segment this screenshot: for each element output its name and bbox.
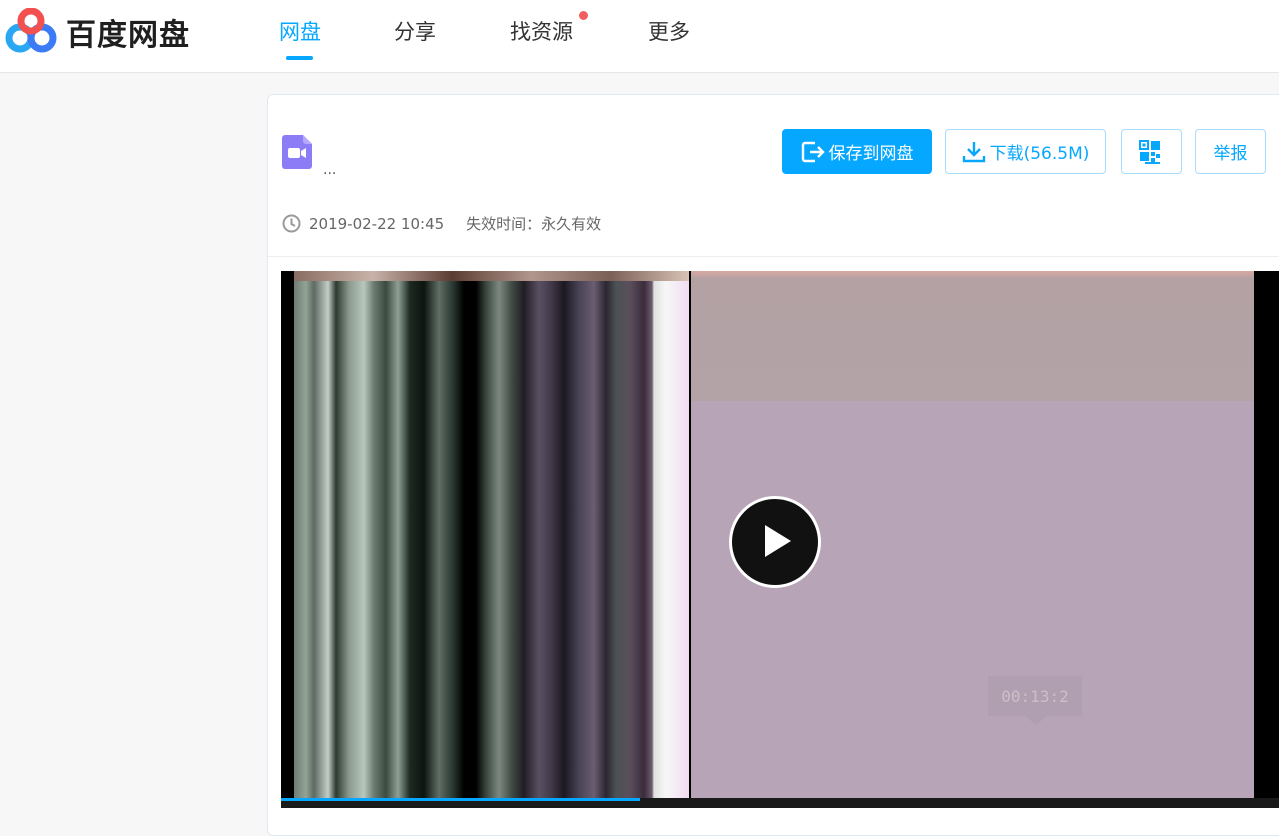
report-button-label: 举报 <box>1213 144 1248 164</box>
save-button-label: 保存到网盘 <box>828 144 914 164</box>
video-file-icon <box>282 135 312 169</box>
video-player[interactable]: 00:13:2 <box>281 271 1279 808</box>
card-divider <box>268 256 1279 257</box>
clock-icon <box>282 214 301 233</box>
qr-code-button[interactable] <box>1121 129 1182 174</box>
notification-dot <box>579 11 588 20</box>
play-button[interactable] <box>729 496 821 588</box>
file-name: ... <box>323 162 337 178</box>
download-button-label: 下载(56.5M) <box>989 144 1090 164</box>
nav-tab-more[interactable]: 更多 <box>648 16 690 46</box>
qr-code-icon <box>1138 139 1160 164</box>
download-icon <box>962 141 985 162</box>
nav-tab-share[interactable]: 分享 <box>394 16 436 46</box>
video-frame-left-top <box>294 271 689 281</box>
nav-tab-find-resources[interactable]: 找资源 <box>510 16 573 46</box>
video-frame-right-top <box>691 271 1254 401</box>
save-to-netdisk-button[interactable]: 保存到网盘 <box>782 129 932 174</box>
share-date: 2019-02-22 10:45 <box>309 214 445 233</box>
report-button[interactable]: 举报 <box>1195 129 1266 174</box>
baidu-netdisk-logo[interactable] <box>4 8 58 54</box>
save-icon <box>801 141 825 162</box>
video-progress-played <box>281 798 641 801</box>
brand-name[interactable]: 百度网盘 <box>66 10 190 54</box>
expiry-info: 失效时间：永久有效 <box>466 215 602 233</box>
file-meta: 2019-02-22 10:45 失效时间：永久有效 <box>282 213 601 234</box>
active-tab-indicator <box>286 56 313 60</box>
video-frame-left <box>294 271 689 798</box>
hover-time-tooltip: 00:13:2 <box>988 676 1082 725</box>
top-header: 百度网盘 网盘 分享 找资源 更多 <box>0 0 1279 73</box>
download-button[interactable]: 下载(56.5M) <box>945 129 1106 174</box>
nav-tab-netdisk[interactable]: 网盘 <box>279 16 321 46</box>
video-progress-bar[interactable] <box>281 798 1279 808</box>
